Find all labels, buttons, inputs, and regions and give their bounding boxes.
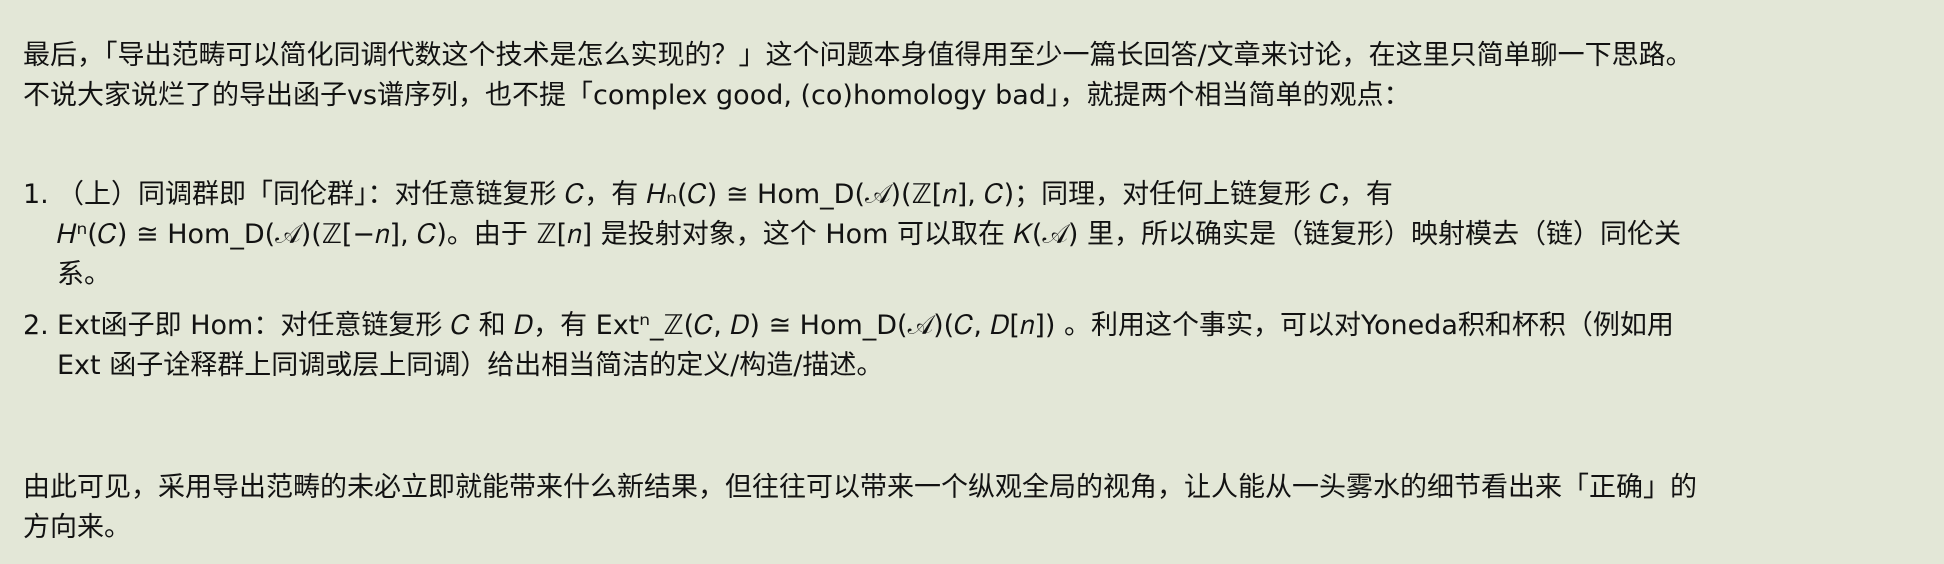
conclusion-line-2: 方向来。 bbox=[23, 512, 131, 543]
points-list: 1. （上）同调群即「同伦群」：对任意链复形 𝐶，有 𝐻ₙ(𝐶) ≅ Hom_D… bbox=[23, 175, 1934, 386]
intro-line-1: 最后，「导出范畴可以简化同调代数这个技术是怎么实现的？」这个问题本身值得用至少一… bbox=[23, 40, 1693, 71]
list-item-ext: 2. Ext函子即 Hom：对任意链复形 𝐶 和 𝐷，有 Extⁿ_ℤ(𝐶, 𝐷… bbox=[23, 306, 1934, 386]
point-2-line-2: Ext 函子诠释群上同调或层上同调）给出相当简洁的定义/构造/描述。 bbox=[57, 350, 884, 381]
conclusion-line-1: 由此可见，采用导出范畴的未必立即就能带来什么新结果，但往往可以带来一个纵观全局的… bbox=[23, 472, 1697, 503]
intro-paragraph: 最后，「导出范畴可以简化同调代数这个技术是怎么实现的？」这个问题本身值得用至少一… bbox=[23, 36, 1926, 116]
list-item-homology: 1. （上）同调群即「同伦群」：对任意链复形 𝐶，有 𝐻ₙ(𝐶) ≅ Hom_D… bbox=[23, 175, 1934, 295]
point-1-line-1: （上）同调群即「同伦群」：对任意链复形 𝐶，有 𝐻ₙ(𝐶) ≅ Hom_D(𝒜)… bbox=[57, 179, 1393, 210]
point-2-line-1: Ext函子即 Hom：对任意链复形 𝐶 和 𝐷，有 Extⁿ_ℤ(𝐶, 𝐷) ≅… bbox=[57, 310, 1674, 341]
point-1-line-2: 𝐻ⁿ(𝐶) ≅ Hom_D(𝒜)(ℤ[−𝑛], 𝐶)。由于 ℤ[𝑛] 是投射对象… bbox=[57, 219, 1682, 250]
answer-document: 最后，「导出范畴可以简化同调代数这个技术是怎么实现的？」这个问题本身值得用至少一… bbox=[0, 0, 1944, 564]
conclusion-paragraph: 由此可见，采用导出范畴的未必立即就能带来什么新结果，但往往可以带来一个纵观全局的… bbox=[23, 468, 1926, 548]
list-number: 1. bbox=[23, 179, 49, 210]
list-number: 2. bbox=[23, 310, 49, 341]
intro-line-2: 不说大家说烂了的导出函子vs谱序列，也不提「complex good, (co)… bbox=[23, 80, 1411, 111]
point-1-line-3: 系。 bbox=[57, 259, 111, 290]
